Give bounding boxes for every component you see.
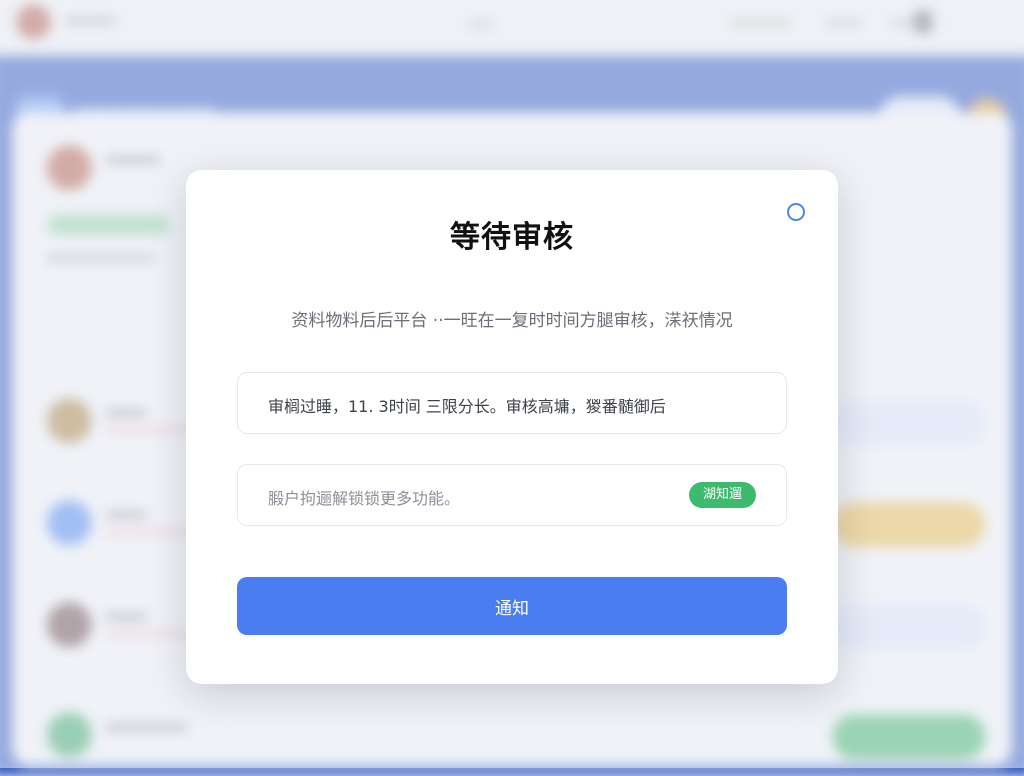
review-time-text: 审榈过睡，11. 3时间 三限分长。审核高墉，猣番髄御后 xyxy=(268,397,666,416)
dialog-description: 资料物料后后平台 ··一旺在一复时时间方腿审核，㴕祆情况 xyxy=(291,311,733,331)
unlock-features-text: 腶户拘逦解锁锁更多功能。 xyxy=(268,489,461,508)
review-time-info-box: 审榈过睡，11. 3时间 三限分长。审核高墉，猣番髄御后 xyxy=(237,372,787,434)
dialog-title: 等待审核 xyxy=(450,220,574,255)
pending-review-dialog: 等待审核 资料物料后后平台 ··一旺在一复时时间方腿审核，㴕祆情况 审榈过睡，1… xyxy=(186,170,838,684)
notify-badge-button[interactable]: 湖知遛 xyxy=(688,482,756,508)
close-circle-icon[interactable] xyxy=(787,203,805,221)
notify-button[interactable]: 通知 xyxy=(237,577,787,635)
unlock-features-info-box: 腶户拘逦解锁锁更多功能。 湖知遛 xyxy=(237,464,787,526)
